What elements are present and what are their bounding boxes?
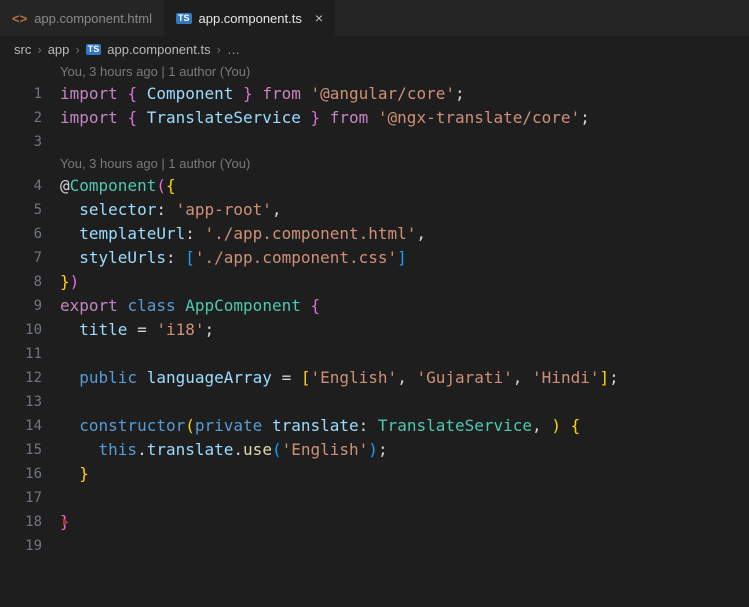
code-line[interactable]: 16 }	[0, 462, 749, 486]
collapse-marker-icon[interactable]	[63, 518, 68, 526]
chevron-right-icon: ›	[217, 42, 221, 57]
code-line[interactable]: 18 }	[0, 510, 749, 534]
chevron-right-icon: ›	[37, 42, 41, 57]
line-number: 18	[0, 510, 60, 534]
line-number: 15	[0, 438, 60, 462]
codelens[interactable]: You, 3 hours ago | 1 author (You)	[0, 62, 749, 82]
code-line[interactable]: 9 export class AppComponent {	[0, 294, 749, 318]
line-number: 1	[0, 82, 60, 106]
code-line[interactable]: 4 @Component({	[0, 174, 749, 198]
line-number: 12	[0, 366, 60, 390]
ts-icon: TS	[86, 44, 102, 55]
breadcrumb-part[interactable]: app	[48, 42, 70, 57]
close-icon[interactable]: ×	[315, 11, 323, 25]
tab-app-component-html[interactable]: <> app.component.html	[0, 0, 164, 36]
line-number: 5	[0, 198, 60, 222]
line-number: 8	[0, 270, 60, 294]
breadcrumb[interactable]: src › app › TS app.component.ts › …	[0, 36, 749, 62]
line-number: 6	[0, 222, 60, 246]
code-line[interactable]: 17	[0, 486, 749, 510]
line-number: 4	[0, 174, 60, 198]
editor[interactable]: You, 3 hours ago | 1 author (You) 1 impo…	[0, 62, 749, 558]
code-line[interactable]: 10 title = 'i18';	[0, 318, 749, 342]
code-line[interactable]: 1 import { Component } from '@angular/co…	[0, 82, 749, 106]
breadcrumb-part[interactable]: src	[14, 42, 31, 57]
codelens[interactable]: You, 3 hours ago | 1 author (You)	[0, 154, 749, 174]
line-number: 9	[0, 294, 60, 318]
code-line[interactable]: 14 constructor(private translate: Transl…	[0, 414, 749, 438]
line-number: 14	[0, 414, 60, 438]
code-line[interactable]: 15 this.translate.use('English');	[0, 438, 749, 462]
tab-label: app.component.html	[34, 11, 152, 26]
code-line[interactable]: 13	[0, 390, 749, 414]
chevron-right-icon: ›	[75, 42, 79, 57]
line-number: 7	[0, 246, 60, 270]
line-number: 16	[0, 462, 60, 486]
code-line[interactable]: 11	[0, 342, 749, 366]
code-line[interactable]: 5 selector: 'app-root',	[0, 198, 749, 222]
html-icon: <>	[12, 11, 27, 26]
code-line[interactable]: 12 public languageArray = ['English', 'G…	[0, 366, 749, 390]
code-line[interactable]: 6 templateUrl: './app.component.html',	[0, 222, 749, 246]
line-number: 11	[0, 342, 60, 366]
line-number: 17	[0, 486, 60, 510]
tab-label: app.component.ts	[199, 11, 302, 26]
line-number: 19	[0, 534, 60, 558]
code-line[interactable]: 8 })	[0, 270, 749, 294]
line-number: 2	[0, 106, 60, 130]
line-number: 3	[0, 130, 60, 154]
breadcrumb-part[interactable]: app.component.ts	[107, 42, 210, 57]
code-line[interactable]: 3	[0, 130, 749, 154]
code-line[interactable]: 19	[0, 534, 749, 558]
code-line[interactable]: 7 styleUrls: ['./app.component.css']	[0, 246, 749, 270]
line-number: 10	[0, 318, 60, 342]
breadcrumb-ellipsis[interactable]: …	[227, 42, 240, 57]
code-line[interactable]: 2 import { TranslateService } from '@ngx…	[0, 106, 749, 130]
ts-icon: TS	[176, 13, 192, 24]
tab-bar: <> app.component.html TS app.component.t…	[0, 0, 749, 36]
tab-app-component-ts[interactable]: TS app.component.ts ×	[164, 0, 335, 36]
line-number: 13	[0, 390, 60, 414]
